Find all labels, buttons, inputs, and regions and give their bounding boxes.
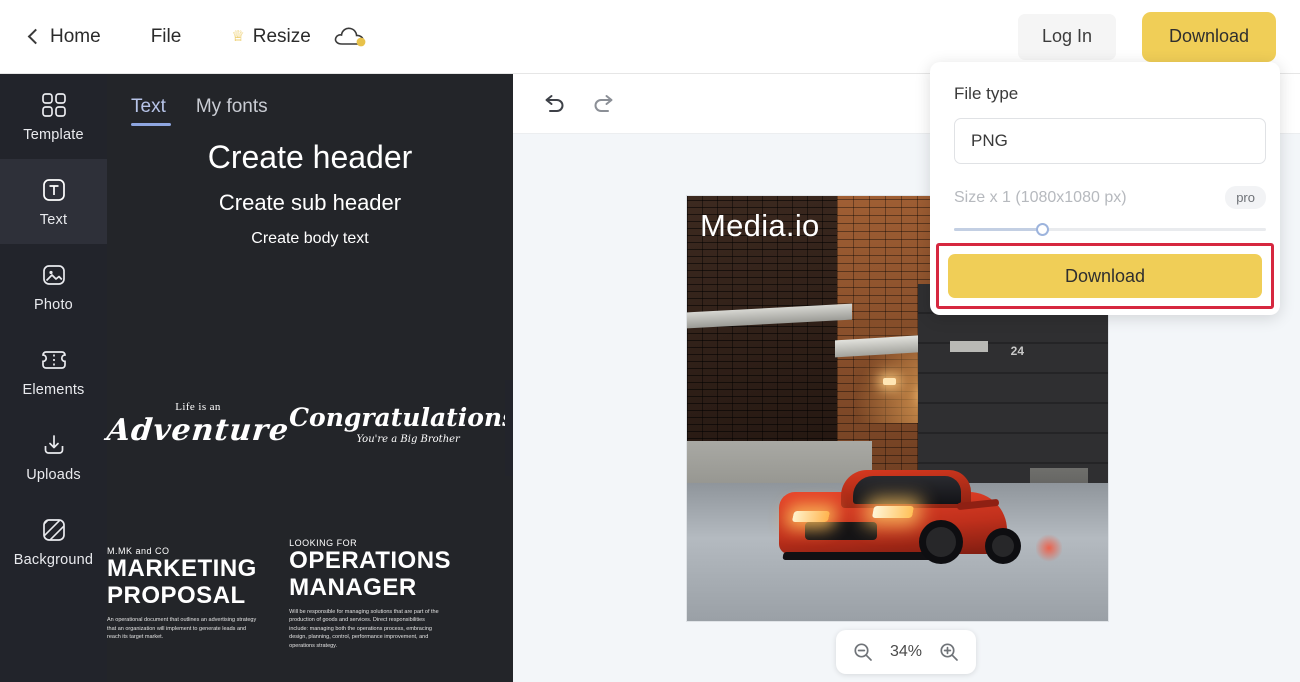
sidebar-label-photo: Photo: [34, 297, 73, 313]
create-body-text-button[interactable]: Create body text: [107, 223, 513, 255]
artboard-title-text[interactable]: Media.io: [700, 208, 820, 244]
font-card-marketing-big: MARKETING PROPOSAL: [107, 556, 289, 610]
font-card-operations-para: Will be responsible for managing solutio…: [289, 608, 439, 651]
left-sidebar: Template Text Photo: [0, 74, 107, 682]
login-button[interactable]: Log In: [1018, 14, 1116, 60]
slider-fill: [954, 228, 1042, 231]
size-row: Size x 1 (1080x1080 px) pro: [954, 186, 1266, 209]
top-bar-right-group: Log In Download: [1018, 12, 1300, 62]
car-graphic: [779, 448, 1007, 566]
top-bar-left-group: Home File ♕ Resize: [0, 25, 367, 49]
font-card-adventure[interactable]: Life is an Adventure: [107, 339, 289, 509]
cloud-save-icon[interactable]: [333, 25, 367, 49]
font-card-congratulations-big: Congratulations!: [289, 403, 527, 432]
size-label: Size x 1 (1080x1080 px): [954, 189, 1127, 207]
sidebar-item-text[interactable]: Text: [0, 159, 107, 244]
download-popover: File type PNG Size x 1 (1080x1080 px) pr…: [930, 62, 1280, 315]
tab-my-fonts[interactable]: My fonts: [196, 96, 268, 126]
font-template-grid: Life is an Adventure Congratulations! Yo…: [107, 339, 487, 679]
undo-button[interactable]: [537, 87, 571, 121]
create-sub-header-button[interactable]: Create sub header: [107, 183, 513, 223]
resize-menu-button[interactable]: ♕ Resize: [231, 26, 311, 48]
app-root: Home File ♕ Resize Log In Download: [0, 0, 1300, 682]
grid-icon: [39, 90, 69, 120]
file-type-value: PNG: [971, 131, 1008, 151]
font-card-operations-manager[interactable]: LOOKING FOR OPERATIONS MANAGER Will be r…: [289, 509, 527, 679]
garage-number-label: 24: [1011, 344, 1024, 358]
panel-tab-list: Text My fonts: [107, 74, 513, 126]
crown-icon: ♕: [231, 29, 244, 44]
sidebar-label-uploads: Uploads: [26, 467, 81, 483]
file-type-select[interactable]: PNG: [954, 118, 1266, 164]
zoom-controls: 34%: [836, 630, 976, 674]
file-menu-button[interactable]: File: [151, 26, 182, 48]
font-card-marketing-proposal[interactable]: M.MK and CO MARKETING PROPOSAL An operat…: [107, 509, 289, 679]
chevron-left-icon: [28, 28, 44, 44]
font-card-congratulations[interactable]: Congratulations! You're a Big Brother: [289, 339, 527, 509]
elements-icon: [39, 345, 69, 375]
home-label: Home: [50, 26, 101, 48]
download-button-popover[interactable]: Download: [948, 254, 1262, 298]
sidebar-item-background[interactable]: Background: [0, 499, 107, 584]
sidebar-label-background: Background: [14, 552, 93, 568]
pro-badge: pro: [1225, 186, 1266, 209]
font-card-congratulations-small: You're a Big Brother: [289, 434, 527, 445]
sidebar-item-elements[interactable]: Elements: [0, 329, 107, 414]
sidebar-label-elements: Elements: [22, 382, 84, 398]
slider-knob[interactable]: [1036, 223, 1049, 236]
font-card-operations-big: OPERATIONS MANAGER: [289, 548, 527, 602]
photo-icon: [39, 260, 69, 290]
uploads-icon: [39, 430, 69, 460]
redo-button[interactable]: [587, 87, 621, 121]
font-card-adventure-big: Adventure: [105, 413, 291, 448]
background-icon: [39, 515, 69, 545]
size-slider[interactable]: [954, 222, 1266, 236]
create-header-button[interactable]: Create header: [107, 132, 513, 183]
sidebar-item-photo[interactable]: Photo: [0, 244, 107, 329]
text-icon: [39, 175, 69, 205]
file-label: File: [151, 26, 182, 48]
download-button-top[interactable]: Download: [1142, 12, 1276, 62]
sidebar-item-template[interactable]: Template: [0, 74, 107, 159]
sidebar-label-template: Template: [23, 127, 83, 143]
zoom-in-icon[interactable]: [938, 641, 960, 663]
font-card-adventure-small: Life is an: [107, 401, 289, 413]
file-type-label: File type: [954, 84, 1256, 104]
home-button[interactable]: Home: [30, 26, 101, 48]
zoom-level-label: 34%: [890, 643, 922, 661]
font-card-marketing-para: An operational document that outlines an…: [107, 616, 257, 642]
text-preset-list: Create header Create sub header Create b…: [107, 132, 513, 255]
resize-label: Resize: [253, 26, 311, 48]
zoom-out-icon[interactable]: [852, 641, 874, 663]
text-panel: Text My fonts Create header Create sub h…: [107, 74, 513, 682]
tab-text[interactable]: Text: [131, 96, 166, 126]
sidebar-item-uploads[interactable]: Uploads: [0, 414, 107, 499]
sidebar-label-text: Text: [40, 212, 67, 228]
